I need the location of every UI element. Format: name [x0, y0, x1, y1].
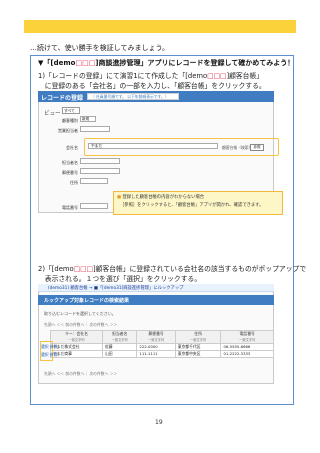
- table-cell: 01-2222-3333: [220, 350, 274, 358]
- intro-text: …続けて、使い勝手を検証してみましょう。: [30, 44, 170, 52]
- view-label: ビュー: [44, 111, 61, 117]
- table-cell: 東京都中央区: [174, 350, 222, 358]
- select-button[interactable]: 選択 参照: [41, 344, 57, 350]
- lookup-label: 顧客台帳（検索）: [222, 145, 253, 150]
- field-label: 担当者名: [62, 160, 78, 165]
- table-cell: やまだ株式会社: [50, 343, 103, 351]
- customer-type-select[interactable]: 新規: [80, 116, 96, 122]
- contact-name-field[interactable]: [80, 158, 120, 164]
- column-header: キー：会社名 一致文字列: [50, 330, 103, 344]
- field-label: 郵便番号: [62, 170, 78, 175]
- reference-button[interactable]: 参照: [250, 144, 264, 151]
- field-label: 顧客種別: [62, 118, 78, 123]
- select-button[interactable]: 選択 参照: [41, 352, 57, 358]
- table-row[interactable]: やまだ商事 山田 111-1111 東京都中央区 01-2222-3333: [50, 350, 274, 358]
- address-field[interactable]: [80, 178, 108, 184]
- info-line1: ■ 登録した顧客台帳の内容がわからない場合: [117, 195, 205, 200]
- top-banner-bar: [24, 20, 296, 33]
- table-cell: 東京都千代区: [174, 343, 222, 351]
- table-row[interactable]: やまだ株式会社 佐藤 222-0000 東京都千代区 06-5555-6666: [50, 343, 274, 351]
- column-header: 担当者名 一致文字列: [101, 330, 138, 344]
- info-line2: ［参照］をクリックすると、「顧客台帳」アプリが開かれ、確認できます。: [120, 203, 264, 208]
- pagination-bottom[interactable]: 先頭へ ＜＜ 前の件数へ｜ 次の件数へ ＞＞: [44, 371, 117, 377]
- step2-line1: 2)「[demo□□□]顧客台帳」に登録されている会社名の該当するものがポップア…: [38, 265, 307, 273]
- table-cell: 山田: [101, 350, 138, 358]
- postal-code-field[interactable]: [80, 168, 120, 174]
- table-cell: 06-5555-6666: [220, 343, 274, 351]
- field-label: 住所: [70, 180, 78, 185]
- view-select[interactable]: すべて: [62, 107, 80, 114]
- lookup-popup-note: 取り込むレコードを選択してください。: [44, 311, 116, 316]
- column-header: 住所 一致文字列: [174, 330, 222, 344]
- record-form-title: レコードの登録: [41, 95, 84, 102]
- field-label: 電話番号: [62, 205, 78, 210]
- column-header: 郵便番号 一致文字列: [136, 330, 176, 344]
- table-header-row: キー：会社名 一致文字列 担当者名 一致文字列 郵便番号 一致文字列 住所 一致文字列 …: [50, 330, 274, 344]
- company-name-input[interactable]: やまだ: [88, 143, 218, 149]
- table-cell: 111-1111: [136, 350, 176, 358]
- lookup-results-table: キー：会社名 一致文字列 担当者名 一致文字列 郵便番号 一致文字列 住所 一致文字列 …: [50, 330, 274, 358]
- table-cell: 佐藤: [101, 343, 138, 351]
- step1-text: 1)「レコードの登録」にて演習1にて作成した「[demo□□□]顧客台帳」 に登…: [38, 72, 266, 91]
- heading-mark: □□□: [75, 59, 96, 67]
- field-label: 営業担当者: [58, 128, 78, 133]
- lookup-popup-breadcrumb: (demo31) 顧客台帳 → ■「[demo31]商談進捗管理」にルックアップ: [48, 286, 184, 291]
- step1-line2: に登録のある「会社名」の一部を入力し、「顧客台帳」をクリックする。: [38, 81, 266, 90]
- column-header: 電話番号 一致文字列: [220, 330, 274, 344]
- lookup-popup-title: ルックアップ対象レコードの検索結果: [44, 298, 130, 304]
- pagination-top[interactable]: 先頭へ ＜＜ 前の件数へ｜ 次の件数へ ＞＞: [44, 322, 117, 328]
- heading-prefix: ▼「[demo: [38, 59, 76, 67]
- field-label: 会社名: [66, 145, 78, 150]
- step2-text: 2)「[demo□□□]顧客台帳」に登録されている会社名の該当するものがポップア…: [38, 265, 306, 284]
- page-number: 19: [155, 419, 163, 426]
- record-form-badge: （ 社員番号順です。 以下年齢順表示です。）: [87, 93, 179, 100]
- step1-line1: 1)「レコードの登録」にて演習1にて作成した「[demo□□□]顧客台帳」: [38, 72, 264, 80]
- heading-suffix: ]商談進捗管理」アプリにレコードを登録して確かめてみよう！: [95, 59, 295, 67]
- table-cell: やまだ商事: [50, 350, 103, 358]
- table-cell: 222-0000: [136, 343, 176, 351]
- sales-rep-field[interactable]: [80, 126, 110, 132]
- exercise-heading: ▼「[demo□□□]商談進捗管理」アプリにレコードを登録して確かめてみよう！: [38, 58, 294, 68]
- step2-line2: 表示される。１つを選び「選択」をクリックする。: [38, 274, 202, 283]
- phone-field[interactable]: [80, 203, 108, 209]
